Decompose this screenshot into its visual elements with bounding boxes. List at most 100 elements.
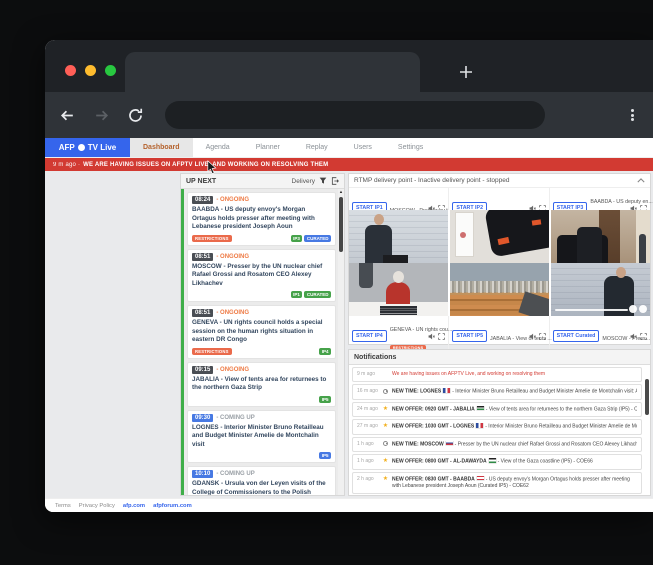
video-player-curated[interactable] (551, 263, 650, 316)
tab-dashboard[interactable]: Dashboard (130, 138, 193, 157)
event-status: - COMING UP (216, 415, 254, 421)
notification-item[interactable]: 16 m ago NEW TIME: LOGNES- Interior Mini… (352, 384, 642, 400)
tab-settings[interactable]: Settings (385, 138, 436, 157)
rtmp-panel: RTMP delivery point - Inactive delivery … (348, 173, 651, 345)
event-status: - ONGOING (216, 310, 249, 316)
notification-item[interactable]: 27 m ago ★ NEW OFFER: 1030 GMT - LOGNES-… (352, 419, 642, 435)
rtmp-slot-toolbar-row1: START IP1 MOSCOW - Presser by t... START… (349, 188, 650, 210)
back-button[interactable] (59, 107, 76, 124)
fullscreen-icon[interactable] (539, 333, 546, 340)
footer-link-privacy[interactable]: Privacy Policy (79, 503, 115, 509)
settings-gear-icon[interactable] (629, 305, 637, 313)
video-player-ip5[interactable] (450, 263, 549, 316)
video-wall-row1 (349, 210, 650, 263)
notification-item[interactable]: 9 m ago We are having issues on AFPTV Li… (352, 367, 642, 382)
event-status: - ONGOING (216, 197, 249, 203)
tab-users[interactable]: Users (341, 138, 385, 157)
video-player-ip1[interactable] (349, 210, 448, 263)
mute-icon[interactable] (630, 333, 637, 340)
chevron-up-icon[interactable] (637, 178, 645, 183)
browser-window: AFP TV Live Dashboard Agenda Planner Rep… (45, 40, 653, 512)
scroll-up-arrow[interactable]: ▲ (338, 189, 344, 195)
browser-tab[interactable] (125, 52, 420, 92)
refresh-icon (127, 107, 144, 124)
fullscreen-icon[interactable] (640, 333, 647, 340)
up-next-scrollbar[interactable]: ▲ (338, 189, 344, 495)
delivery-badge: CURATED (304, 235, 331, 242)
event-item[interactable]: 08:51 - ONGOING MOSCOW - Presser by the … (187, 249, 336, 303)
notification-item[interactable]: 24 m ago ★ NEW OFFER: 0920 GMT - JABALIA… (352, 402, 642, 418)
mute-icon[interactable] (529, 333, 536, 340)
address-bar[interactable] (165, 101, 545, 129)
fullscreen-icon[interactable] (438, 333, 445, 340)
browser-toolbar (45, 92, 653, 138)
delivery-filter-label[interactable]: Delivery (292, 178, 315, 185)
tab-replay[interactable]: Replay (293, 138, 341, 157)
event-item[interactable]: 09:15 - ONGOING JABALIA - View of tents … (187, 362, 336, 407)
globe-icon (78, 144, 85, 151)
scrollbar-thumb[interactable] (339, 197, 343, 252)
star-icon: ★ (383, 423, 388, 429)
forward-button[interactable] (93, 107, 110, 124)
notification-time: 27 m ago (357, 423, 379, 430)
flag-icon (443, 388, 450, 393)
video-wall-row2 (349, 263, 650, 316)
filter-funnel-icon[interactable] (319, 177, 327, 185)
mouse-cursor-icon (207, 160, 217, 175)
start-ip4-button[interactable]: START IP4 (352, 330, 387, 342)
notification-item[interactable]: 1 h ago ★ NEW OFFER: 0800 GMT - AL-DAWAY… (352, 454, 642, 470)
new-tab-button[interactable] (457, 63, 475, 81)
video-progress-bar[interactable] (555, 309, 628, 311)
star-icon: ★ (383, 476, 388, 482)
notification-text: NEW TIME: MOSCOW- Presser by the UN nucl… (392, 441, 637, 449)
event-item[interactable]: 08:51 - ONGOING GENEVA - UN rights counc… (187, 305, 336, 359)
exit-panel-icon[interactable] (331, 177, 339, 185)
notification-text: NEW OFFER: 0800 GMT - AL-DAWAYDA- View o… (392, 458, 637, 466)
scrollbar-thumb[interactable] (645, 379, 649, 415)
footer-link-afpforum[interactable]: afpforum.com (153, 503, 192, 509)
event-title: LOGNES - Interior Minister Bruno Retaill… (192, 424, 331, 450)
event-item[interactable]: 08:24 - ONGOING BAABDA - US deputy envoy… (187, 192, 336, 246)
footer-link-afp[interactable]: afp.com (123, 503, 145, 509)
alert-time: 9 m ago · (53, 162, 80, 168)
delivery-badge: IP5 (319, 396, 331, 403)
tab-agenda[interactable]: Agenda (193, 138, 243, 157)
afp-tv-live-logo[interactable]: AFP TV Live (45, 138, 130, 157)
event-status: - COMING UP (216, 471, 254, 477)
kebab-dot (631, 114, 634, 117)
maximize-window-button[interactable] (105, 65, 116, 76)
video-player-ip4[interactable] (349, 263, 448, 316)
kebab-dot (631, 109, 634, 112)
notification-item[interactable]: 2 h ago ★ NEW OFFER: 0830 GMT - BAABDA- … (352, 472, 642, 495)
close-window-button[interactable] (65, 65, 76, 76)
notifications-title: Notifications (354, 354, 396, 361)
event-item[interactable]: 10:10 - COMING UP GDANSK - Ursula von de… (187, 466, 336, 495)
notification-item[interactable]: 1 h ago NEW TIME: MOSCOW- Presser by the… (352, 437, 642, 453)
event-time-badge: 08:51 (192, 309, 213, 317)
up-next-header: UP NEXT Delivery (181, 174, 344, 189)
clock-icon (383, 441, 388, 446)
minimize-window-button[interactable] (85, 65, 96, 76)
rtmp-header: RTMP delivery point - Inactive delivery … (349, 174, 650, 188)
video-player-ip3[interactable] (551, 210, 650, 263)
flag-icon (476, 423, 483, 428)
footer-link-terms[interactable]: Terms (55, 503, 71, 509)
road (519, 291, 549, 316)
notifications-header: Notifications (349, 350, 650, 365)
mute-icon[interactable] (428, 333, 435, 340)
event-item[interactable]: 09:30 - COMING UP LOGNES - Interior Mini… (187, 410, 336, 464)
delivery-badge: IP1 (291, 291, 303, 298)
notifications-scrollbar[interactable] (644, 365, 650, 495)
event-time-badge: 09:15 (192, 366, 213, 374)
tab-planner[interactable]: Planner (243, 138, 293, 157)
start-curated-button[interactable]: START Curated (553, 330, 600, 342)
background-figure (359, 263, 373, 288)
speaker-head (374, 214, 384, 225)
video-player-ip2[interactable] (450, 210, 549, 263)
browser-menu-button[interactable] (625, 107, 639, 123)
notification-time: 9 m ago (357, 371, 379, 378)
refresh-button[interactable] (127, 107, 144, 124)
expand-icon[interactable] (639, 305, 647, 313)
start-ip5-button[interactable]: START IP5 (452, 330, 487, 342)
restrictions-badge: RESTRICTIONS (192, 235, 232, 242)
